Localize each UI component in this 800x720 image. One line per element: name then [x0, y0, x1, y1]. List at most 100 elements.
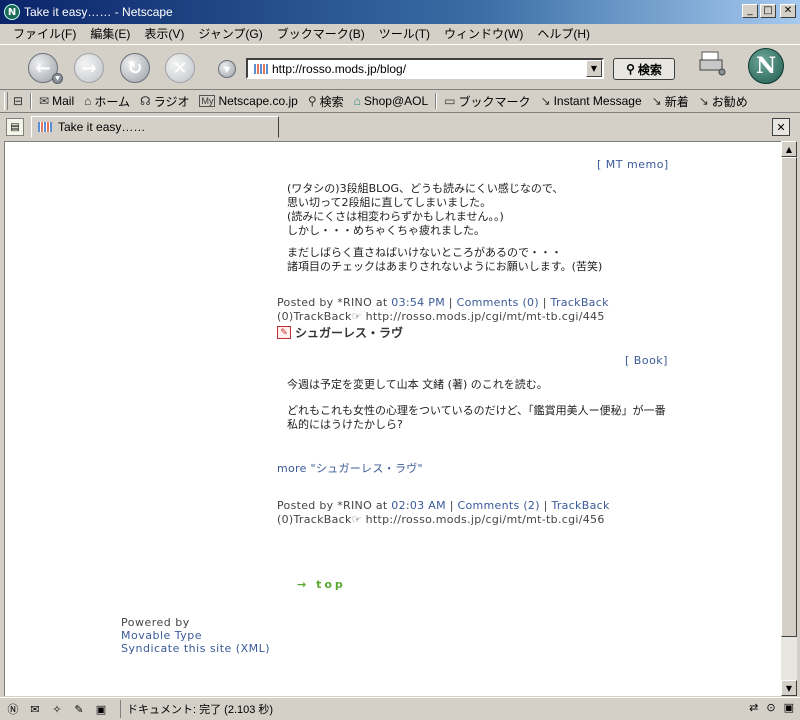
post1-body: (ワタシの)3段組BLOG、どうも読みにくい感じなので、 思い切って2段組に直し…	[287, 182, 603, 273]
back-button[interactable]: ← ▼	[28, 53, 63, 84]
sidebar-toggle-button[interactable]: ⊟	[8, 94, 28, 108]
menu-file[interactable]: ファイル(F)	[6, 25, 83, 42]
scroll-down-button[interactable]: ▼	[781, 680, 797, 696]
print-icon[interactable]	[698, 50, 726, 76]
toolbar-item-radio[interactable]: ☊ ラジオ	[135, 93, 194, 110]
netscape-throbber-icon[interactable]: N	[748, 48, 784, 84]
url-input[interactable]: http://rosso.mods.jp/blog/	[272, 62, 586, 76]
stop-icon: ✕	[172, 57, 188, 79]
menu-window[interactable]: ウィンドウ(W)	[437, 25, 530, 42]
edit-note-icon: ✎	[277, 326, 291, 339]
powered-by: Powered by Movable Type Syndicate this s…	[121, 616, 271, 655]
popup-blocker-icon[interactable]: ▣	[784, 701, 794, 714]
status-right-icons: ⇄ ⊙ ▣	[749, 701, 794, 714]
toolbar-item-home[interactable]: ⌂ ホーム	[79, 93, 135, 110]
stop-button[interactable]: ✕	[165, 53, 195, 83]
mail-icon: ✉	[39, 94, 50, 108]
search-button-label: 検索	[637, 62, 662, 77]
menu-view[interactable]: 表示(V)	[137, 25, 191, 42]
post2-meta: Posted by *RINO at 02:03 AM | Comments (…	[277, 499, 610, 526]
menu-go[interactable]: ジャンプ(G)	[191, 25, 269, 42]
menu-help[interactable]: ヘルプ(H)	[530, 25, 597, 42]
search-icon: ⚲	[307, 94, 317, 108]
back-arrow-icon: ←	[35, 57, 51, 79]
status-bar: Ⓝ ✉ ✧ ✎ ▣ ドキュメント: 完了 (2.103 秒) ⇄ ⊙ ▣	[0, 697, 800, 720]
movable-type-link[interactable]: Movable Type	[121, 629, 270, 642]
maximize-button[interactable]: □	[760, 4, 776, 18]
close-window-button[interactable]: ✕	[780, 4, 796, 18]
menu-bookmarks[interactable]: ブックマーク(B)	[270, 25, 372, 42]
scroll-thumb[interactable]	[781, 157, 797, 637]
new-tab-icon[interactable]: ▤	[6, 118, 24, 136]
toolbar-separator	[435, 93, 438, 109]
link-icon: ↘	[651, 94, 662, 108]
url-menu-button[interactable]: ▼	[218, 60, 236, 78]
tab-active[interactable]: Take it easy……	[31, 116, 279, 138]
window-controls: _ □ ✕	[742, 4, 796, 18]
reload-icon: ↻	[127, 57, 143, 79]
toolbar-item-search[interactable]: ⚲ 検索	[303, 93, 349, 110]
bookmark-folder-icon: ▭	[444, 94, 456, 108]
syndicate-link[interactable]: Syndicate this site (XML)	[121, 642, 270, 655]
arrow-right-icon: →	[297, 578, 310, 591]
toolbar-item-shop[interactable]: ⌂ Shop@AOL	[349, 94, 433, 108]
post2-body-intro: 今週は予定を変更して山本 文緒 (著) のこれを読む。	[287, 378, 548, 391]
post2-comments-link[interactable]: Comments (2)	[458, 499, 540, 512]
tab-title: Take it easy……	[58, 120, 146, 134]
tab-favicon-icon	[38, 122, 52, 132]
vertical-scrollbar[interactable]: ▲ ▼	[781, 141, 797, 696]
status-text: ドキュメント: 完了 (2.103 秒)	[120, 700, 273, 718]
mail-status-icon[interactable]: ✉	[26, 701, 44, 717]
toolbar-item-mail[interactable]: ✉ Mail	[34, 94, 79, 108]
security-lock-icon[interactable]: ⊙	[766, 701, 775, 714]
post2-body: どれもこれも女性の心理をついているのだけど、「鑑賞用美人ー便秘」が一番 私的には…	[287, 404, 666, 431]
netscape-app-icon[interactable]: N	[4, 4, 20, 20]
back-history-dropdown-icon[interactable]: ▼	[52, 73, 63, 84]
tab-bar: ▤ Take it easy…… ✕	[0, 114, 800, 140]
url-dropdown-icon[interactable]: ▼	[586, 60, 602, 77]
menu-bar: ファイル(F) 編集(E) 表示(V) ジャンプ(G) ブックマーク(B) ツー…	[0, 24, 800, 43]
post1-permalink[interactable]: 03:54 PM	[391, 296, 445, 309]
minimize-button[interactable]: _	[742, 4, 758, 18]
toolbar-item-recommend[interactable]: ↘ お勧め	[694, 93, 753, 110]
close-tab-button[interactable]: ✕	[772, 118, 790, 136]
site-favicon-icon	[254, 63, 268, 74]
post2-trackback-url: (0)TrackBack☞ http://rosso.mods.jp/cgi/m…	[277, 513, 605, 526]
shop-icon: ⌂	[353, 94, 361, 108]
toolbar-item-bookmarks[interactable]: ▭ ブックマーク	[439, 93, 535, 110]
forward-button[interactable]: →	[74, 53, 104, 83]
menu-tools[interactable]: ツール(T)	[372, 25, 437, 42]
post1-category-link[interactable]: [ MT memo]	[597, 158, 669, 171]
toolbar-item-netscape[interactable]: My Netscape.co.jp	[194, 94, 302, 108]
toolbar-item-new[interactable]: ↘ 新着	[647, 93, 694, 110]
link-icon: ↘	[540, 94, 551, 108]
reload-button[interactable]: ↻	[120, 53, 150, 83]
link-icon: ↘	[698, 94, 709, 108]
url-bar[interactable]: http://rosso.mods.jp/blog/ ▼	[246, 58, 604, 79]
toolbar-item-instant-message[interactable]: ↘ Instant Message	[536, 94, 647, 108]
home-icon: ⌂	[84, 94, 92, 108]
post1-comments-link[interactable]: Comments (0)	[457, 296, 539, 309]
address-book-icon[interactable]: ▣	[92, 701, 110, 717]
post1-trackback-url: (0)TrackBack☞ http://rosso.mods.jp/cgi/m…	[277, 310, 605, 323]
post1-meta: Posted by *RINO at 03:54 PM | Comments (…	[277, 296, 609, 323]
post1-trackback-link[interactable]: TrackBack	[551, 296, 609, 309]
page-content: [ MT memo] (ワタシの)3段組BLOG、どうも読みにくい感じなので、 …	[4, 141, 781, 696]
post2-title: ✎ シュガーレス・ラヴ	[277, 324, 403, 341]
post2-trackback-link[interactable]: TrackBack	[551, 499, 609, 512]
window-title: Take it easy…… - Netscape	[24, 5, 173, 19]
aim-icon[interactable]: ✧	[48, 701, 66, 717]
top-link[interactable]: → top	[297, 578, 346, 591]
post2-permalink[interactable]: 02:03 AM	[391, 499, 446, 512]
scroll-up-button[interactable]: ▲	[781, 141, 797, 157]
netscape-status-icon[interactable]: Ⓝ	[4, 701, 22, 717]
post2-more-link[interactable]: more "シュガーレス・ラヴ"	[277, 460, 423, 476]
sidebar-icon: ⊟	[13, 94, 24, 108]
magnifier-icon: ⚲	[626, 62, 635, 76]
search-button[interactable]: ⚲ 検索	[613, 58, 675, 80]
title-bar: N Take it easy…… - Netscape _ □ ✕	[0, 0, 800, 24]
composer-icon[interactable]: ✎	[70, 701, 88, 717]
menu-edit[interactable]: 編集(E)	[83, 25, 137, 42]
post2-category-link[interactable]: [ Book]	[625, 354, 668, 367]
online-status-icon[interactable]: ⇄	[749, 701, 758, 714]
